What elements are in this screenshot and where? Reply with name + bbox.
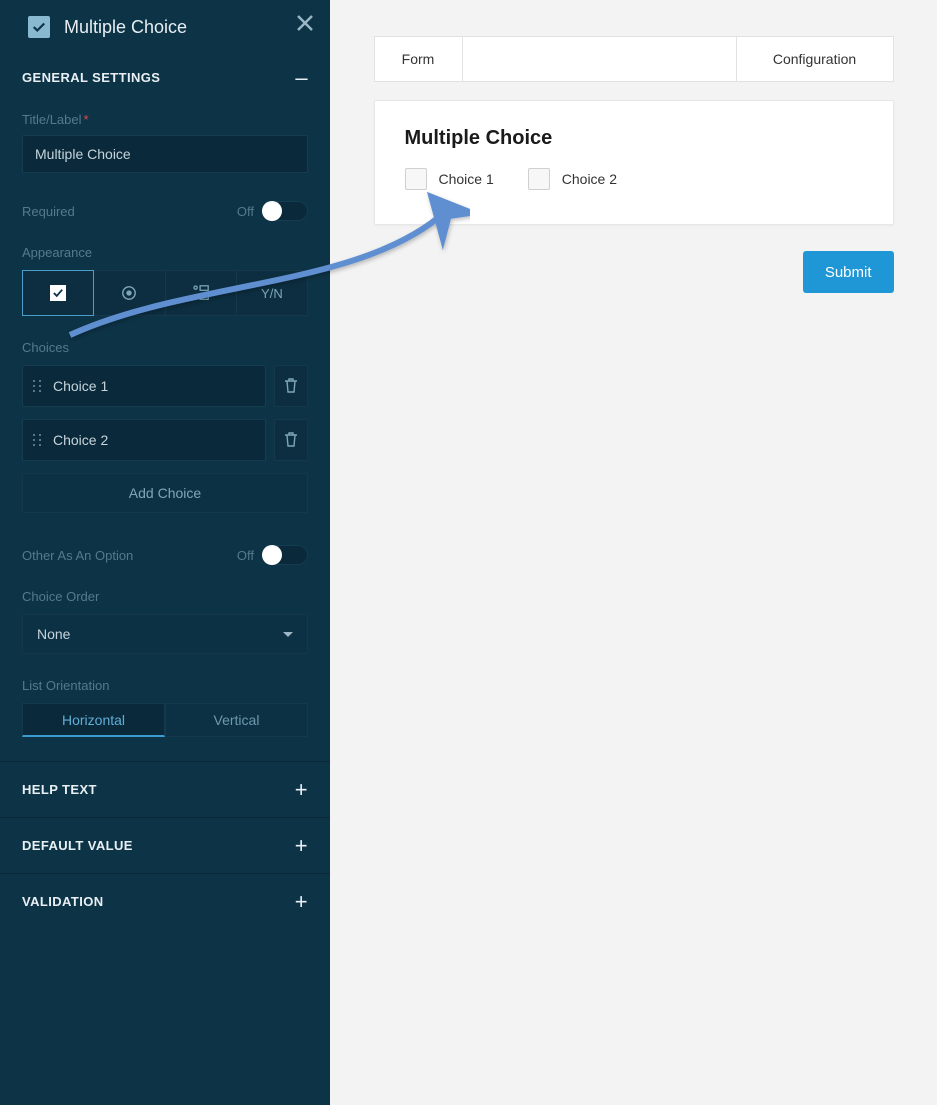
expand-icon: + <box>295 891 308 913</box>
choice-text: Choice 2 <box>53 432 108 448</box>
section-default-value[interactable]: DEFAULT VALUE + <box>0 817 330 873</box>
drag-handle-icon[interactable] <box>31 379 43 393</box>
tab-configuration[interactable]: Configuration <box>737 37 893 81</box>
title-label-field-label: Title/Label* <box>22 112 308 127</box>
choice-order-label: Choice Order <box>22 589 308 604</box>
expand-icon: + <box>295 835 308 857</box>
choice-label: Choice 2 <box>562 171 617 187</box>
collapse-icon: – <box>295 67 308 89</box>
choice-input[interactable]: Choice 1 <box>22 365 266 407</box>
image-grid-icon <box>192 284 210 302</box>
section-label: GENERAL SETTINGS <box>22 70 160 85</box>
choice-order-select[interactable]: None <box>22 614 308 654</box>
choice-option: Choice 2 <box>528 168 617 190</box>
expand-icon: + <box>295 779 308 801</box>
choices-label: Choices <box>22 340 308 355</box>
choice-input[interactable]: Choice 2 <box>22 419 266 461</box>
delete-choice-button[interactable] <box>274 419 308 461</box>
choice-row: Choice 2 <box>22 419 308 461</box>
checkbox-input[interactable] <box>528 168 550 190</box>
tab-form[interactable]: Form <box>375 37 463 81</box>
field-title: Multiple Choice <box>405 127 863 150</box>
choices-list: Choice 1 Choice 2 <box>22 365 308 461</box>
appearance-image-chooser-button[interactable] <box>166 270 237 316</box>
choice-text: Choice 1 <box>53 378 108 394</box>
choice-row: Choice 1 <box>22 365 308 407</box>
section-help-text[interactable]: HELP TEXT + <box>0 761 330 817</box>
section-label: HELP TEXT <box>22 782 97 797</box>
required-toggle[interactable] <box>262 201 308 221</box>
choice-label: Choice 1 <box>439 171 494 187</box>
add-choice-button[interactable]: Add Choice <box>22 473 308 513</box>
checkbox-icon <box>50 285 66 301</box>
delete-choice-button[interactable] <box>274 365 308 407</box>
close-panel-button[interactable] <box>296 14 314 38</box>
settings-sidebar: Multiple Choice GENERAL SETTINGS – Title… <box>0 0 330 1105</box>
appearance-checkbox-button[interactable] <box>22 270 94 316</box>
appearance-yn-button[interactable]: Y/N <box>237 270 308 316</box>
other-option-state-text: Off <box>237 548 254 563</box>
checkbox-input[interactable] <box>405 168 427 190</box>
tab-empty <box>463 37 737 81</box>
choice-order-value: None <box>37 626 70 642</box>
form-canvas: Multiple Choice Choice 1 Choice 2 Submit <box>374 100 894 293</box>
section-validation[interactable]: VALIDATION + <box>0 873 330 929</box>
sidebar-header: Multiple Choice <box>0 0 330 54</box>
orientation-horizontal-button[interactable]: Horizontal <box>22 703 165 737</box>
orientation-vertical-button[interactable]: Vertical <box>165 703 308 737</box>
trash-icon <box>284 432 298 448</box>
checkbox-badge-icon <box>28 16 50 38</box>
submit-button[interactable]: Submit <box>803 251 894 293</box>
radio-icon <box>121 285 137 301</box>
section-label: VALIDATION <box>22 894 104 909</box>
list-orientation-label: List Orientation <box>22 678 308 693</box>
required-state-text: Off <box>237 204 254 219</box>
sidebar-title: Multiple Choice <box>64 17 187 38</box>
other-option-label: Other As An Option <box>22 548 133 563</box>
appearance-radio-button[interactable] <box>94 270 165 316</box>
orientation-toggle-group: Horizontal Vertical <box>22 703 308 737</box>
general-settings-body: Title/Label* Required Off Appearance <box>0 100 330 761</box>
title-label-input[interactable] <box>22 135 308 173</box>
trash-icon <box>284 378 298 394</box>
yn-label: Y/N <box>261 286 283 301</box>
form-preview-area: Form Configuration Multiple Choice Choic… <box>330 0 937 1105</box>
appearance-options: Y/N <box>22 270 308 316</box>
field-preview-card: Multiple Choice Choice 1 Choice 2 <box>374 100 894 225</box>
required-asterisk: * <box>84 112 89 127</box>
drag-handle-icon[interactable] <box>31 433 43 447</box>
section-general-settings[interactable]: GENERAL SETTINGS – <box>0 54 330 100</box>
chevron-down-icon <box>283 632 293 637</box>
choice-option: Choice 1 <box>405 168 494 190</box>
required-label: Required <box>22 204 75 219</box>
preview-tabs: Form Configuration <box>374 36 894 82</box>
section-label: DEFAULT VALUE <box>22 838 133 853</box>
choices-preview: Choice 1 Choice 2 <box>405 168 863 190</box>
appearance-label: Appearance <box>22 245 308 260</box>
other-option-toggle[interactable] <box>262 545 308 565</box>
submit-row: Submit <box>374 251 894 293</box>
